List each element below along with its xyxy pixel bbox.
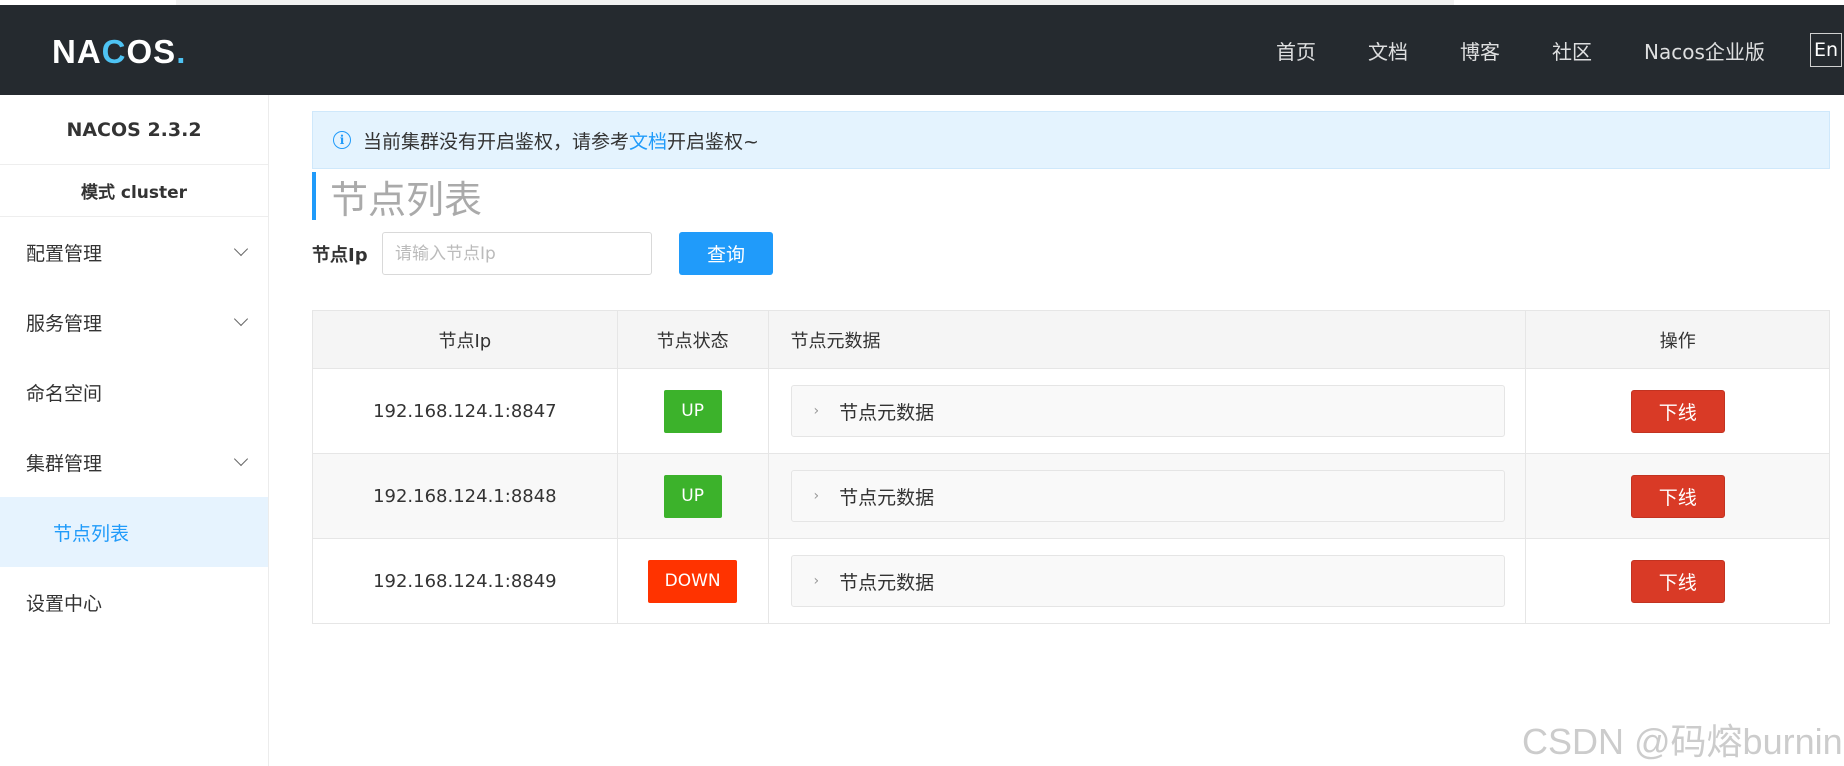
nav-enterprise[interactable]: Nacos企业版 (1644, 36, 1765, 65)
column-header-node-ip: 节点Ip (312, 310, 618, 369)
cell-node-metadata: › 节点元数据 (768, 538, 1527, 624)
metadata-label: 节点元数据 (839, 486, 935, 509)
nav-community[interactable]: 社区 (1552, 36, 1592, 65)
metadata-expander[interactable]: › 节点元数据 (790, 470, 1505, 522)
logo-text-na: NA (52, 33, 102, 70)
notice-docs-link[interactable]: 文档 (629, 127, 667, 154)
metadata-label: 节点元数据 (839, 401, 935, 424)
offline-button[interactable]: 下线 (1630, 389, 1725, 433)
node-ip-search-input[interactable] (382, 232, 652, 275)
sidebar-item-label: 配置管理 (26, 242, 103, 265)
table-row: 192.168.124.1:8849 DOWN › 节点元数据 下线 (312, 538, 1830, 624)
logo-text-os: OS (126, 33, 177, 70)
cell-node-status: UP (617, 368, 769, 454)
table-row: 192.168.124.1:8848 UP › 节点元数据 下线 (312, 453, 1830, 539)
chevron-down-icon (233, 311, 249, 327)
node-table: 节点Ip 节点状态 节点元数据 操作 192.168.124.1:8847 UP… (312, 310, 1830, 624)
sidebar-item-config-management[interactable]: 配置管理 (0, 217, 268, 287)
cell-actions: 下线 (1525, 453, 1830, 539)
chevron-right-icon: › (813, 573, 820, 589)
column-header-node-status: 节点状态 (617, 310, 769, 369)
logo-text-c: C (101, 33, 127, 70)
nav-home[interactable]: 首页 (1276, 36, 1316, 65)
csdn-watermark: CSDN @码熔burning (1522, 721, 1844, 762)
notice-text-after: 开启鉴权~ (667, 130, 759, 153)
chevron-right-icon: › (813, 488, 820, 504)
sidebar-item-label: 集群管理 (26, 452, 103, 475)
cell-node-status: UP (617, 453, 769, 539)
cell-actions: 下线 (1525, 538, 1830, 624)
sidebar-item-node-list[interactable]: 节点列表 (0, 497, 268, 567)
cell-node-ip: 192.168.124.1:8848 (312, 453, 618, 539)
chevron-right-icon: › (813, 403, 820, 419)
cell-node-metadata: › 节点元数据 (768, 368, 1527, 454)
sidebar-item-label: 服务管理 (26, 312, 103, 335)
sidebar-mode: 模式 cluster (0, 165, 268, 217)
status-badge: UP (663, 389, 722, 433)
sidebar-item-namespace[interactable]: 命名空间 (0, 357, 268, 427)
auth-notice-banner: i 当前集群没有开启鉴权，请参考 文档 开启鉴权~ (312, 111, 1830, 169)
offline-button[interactable]: 下线 (1630, 474, 1725, 518)
search-label: 节点Ip (312, 245, 368, 266)
column-header-node-metadata: 节点元数据 (768, 310, 1527, 369)
sidebar-item-cluster-management[interactable]: 集群管理 (0, 427, 268, 497)
cell-node-ip: 192.168.124.1:8847 (312, 368, 618, 454)
language-toggle-button[interactable]: En (1810, 33, 1842, 67)
info-icon: i (333, 131, 351, 149)
metadata-label: 节点元数据 (839, 571, 935, 594)
metadata-expander[interactable]: › 节点元数据 (790, 555, 1505, 607)
nacos-logo[interactable]: NA C OS. (52, 32, 186, 72)
sidebar-item-label: 命名空间 (26, 382, 103, 405)
top-header: NA C OS. 首页 文档 博客 社区 Nacos企业版 En (0, 5, 1844, 95)
chevron-down-icon (233, 241, 249, 257)
sidebar-item-label: 设置中心 (26, 592, 103, 615)
chevron-down-icon (233, 451, 249, 467)
status-badge: UP (663, 474, 722, 518)
metadata-expander[interactable]: › 节点元数据 (790, 385, 1505, 437)
page-title: 节点列表 (312, 172, 482, 222)
table-header-row: 节点Ip 节点状态 节点元数据 操作 (312, 310, 1830, 369)
sidebar-version: NACOS 2.3.2 (0, 95, 268, 165)
query-button[interactable]: 查询 (679, 232, 773, 275)
logo-text-dot: . (176, 33, 187, 70)
column-header-actions: 操作 (1525, 310, 1830, 369)
notice-text-before: 当前集群没有开启鉴权，请参考 (363, 130, 630, 153)
table-row: 192.168.124.1:8847 UP › 节点元数据 下线 (312, 368, 1830, 454)
status-badge: DOWN (648, 559, 738, 603)
sidebar: NACOS 2.3.2 模式 cluster 配置管理 服务管理 命名空间 集群… (0, 95, 269, 766)
cell-node-ip: 192.168.124.1:8849 (312, 538, 618, 624)
nav-docs[interactable]: 文档 (1368, 36, 1408, 65)
cell-node-metadata: › 节点元数据 (768, 453, 1527, 539)
cell-actions: 下线 (1525, 368, 1830, 454)
sidebar-item-settings-center[interactable]: 设置中心 (0, 567, 268, 637)
cell-node-status: DOWN (617, 538, 769, 624)
nav-blog[interactable]: 博客 (1460, 36, 1500, 65)
offline-button[interactable]: 下线 (1630, 559, 1725, 603)
sidebar-item-service-management[interactable]: 服务管理 (0, 287, 268, 357)
